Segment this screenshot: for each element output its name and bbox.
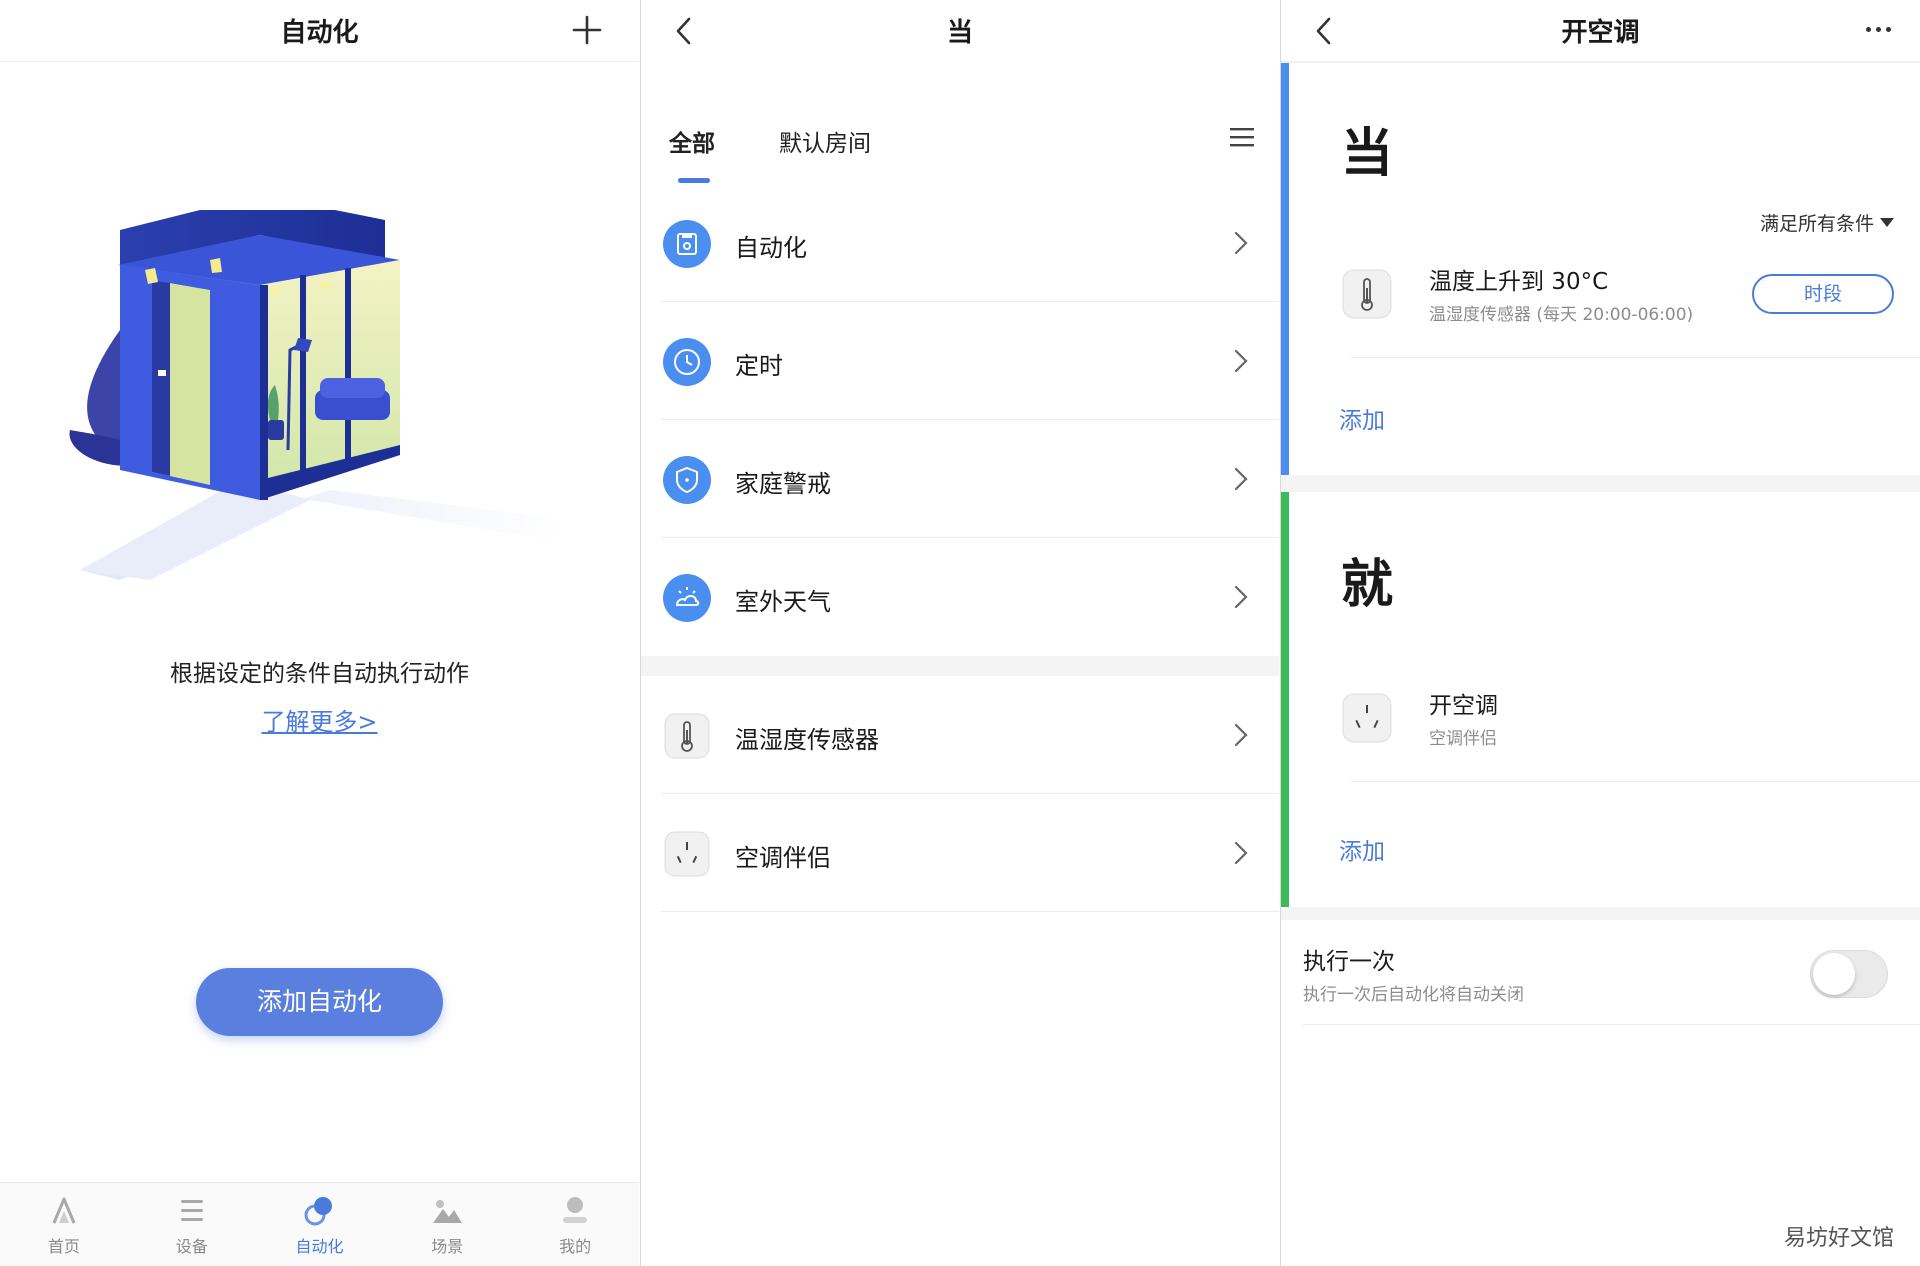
section-divider (641, 656, 1279, 676)
chevron-right-icon (1234, 723, 1248, 747)
tab-home[interactable]: 首页 (0, 1183, 128, 1266)
dropdown-arrow-icon (1880, 218, 1894, 227)
weather-icon (663, 574, 711, 622)
active-tab-indicator (678, 178, 710, 183)
toggle-knob (1813, 953, 1855, 995)
chevron-right-icon (1234, 585, 1248, 609)
time-period-button[interactable]: 时段 (1752, 274, 1894, 314)
chevron-right-icon (1234, 841, 1248, 865)
condition-title: 温度上升到 30°C (1429, 269, 1609, 295)
top-bar: 开空调 (1281, 0, 1920, 62)
add-automation-button[interactable]: 添加自动化 (196, 968, 443, 1036)
learn-more-link[interactable]: 了解更多> (0, 702, 639, 737)
list-item-label: 室外天气 (735, 588, 831, 616)
tab-scenes[interactable]: 场景 (383, 1183, 511, 1266)
trigger-selection-screen: 当 全部 默认房间 自动化 定时 家庭警戒 室外天气 温湿度传感器 空调伴侣 (640, 0, 1279, 1266)
then-heading: 就 (1341, 555, 1394, 615)
clock-icon (663, 338, 711, 386)
scene-icon (433, 1200, 463, 1223)
run-once-row: 执行一次 执行一次后自动化将自动关闭 (1281, 920, 1920, 1025)
top-bar: 自动化 (0, 0, 639, 62)
automation-detail-screen: 开空调 当 满足所有条件 温度上升到 30°C 温湿度传感器 (每天 20:00… (1280, 0, 1920, 1266)
chevron-right-icon (1234, 349, 1248, 373)
chevron-right-icon (1234, 231, 1248, 255)
when-section: 当 满足所有条件 温度上升到 30°C 温湿度传感器 (每天 20:00-06:… (1281, 63, 1920, 475)
divider (1351, 781, 1920, 782)
action-title: 开空调 (1429, 693, 1498, 719)
add-action-link[interactable]: 添加 (1339, 832, 1385, 866)
run-once-title: 执行一次 (1303, 949, 1395, 975)
then-section: 就 开空调 空调伴侣 添加 (1281, 492, 1920, 907)
tab-label: 我的 (559, 1237, 592, 1256)
tab-label: 自动化 (295, 1237, 344, 1256)
divider (1351, 357, 1920, 358)
tab-label: 设备 (175, 1237, 208, 1256)
tab-default-room[interactable]: 默认房间 (779, 124, 871, 158)
thermometer-icon (664, 713, 710, 759)
shield-icon (663, 456, 711, 504)
tab-automation[interactable]: 自动化 (256, 1183, 384, 1266)
menu-icon[interactable] (1227, 122, 1257, 152)
list-item-label: 定时 (735, 352, 783, 380)
when-heading: 当 (1341, 124, 1394, 184)
list-item-ac-companion[interactable]: 空调伴侣 (641, 794, 1279, 912)
automation-description: 根据设定的条件自动执行动作 (170, 661, 469, 687)
run-once-toggle[interactable] (1810, 950, 1888, 998)
add-icon[interactable] (569, 12, 605, 48)
action-subtitle: 空调伴侣 (1429, 729, 1497, 749)
top-bar: 当 (641, 0, 1279, 62)
tab-label: 首页 (47, 1237, 80, 1256)
more-icon[interactable] (1858, 14, 1898, 44)
list-item-temp-humidity-sensor[interactable]: 温湿度传感器 (641, 676, 1279, 794)
room-tabs: 全部 默认房间 (641, 62, 1279, 184)
tab-all[interactable]: 全部 (669, 124, 715, 158)
ac-companion-icon (664, 831, 710, 877)
divider (661, 911, 1279, 912)
condition-item[interactable]: 温度上升到 30°C 温湿度传感器 (每天 20:00-06:00) 时段 (1341, 228, 1920, 358)
list-item-label: 温湿度传感器 (735, 726, 879, 754)
tab-devices[interactable]: 设备 (128, 1183, 256, 1266)
ac-companion-icon (1342, 693, 1392, 743)
add-condition-link[interactable]: 添加 (1339, 401, 1385, 435)
list-item-label: 家庭警戒 (735, 470, 831, 498)
bottom-tab-bar: 首页 设备 自动化 场景 我的 (0, 1182, 639, 1266)
run-once-subtitle: 执行一次后自动化将自动关闭 (1303, 985, 1524, 1005)
smart-home-illustration (69, 210, 570, 580)
action-item[interactable]: 开空调 空调伴侣 (1341, 652, 1920, 782)
list-item-timer[interactable]: 定时 (641, 302, 1279, 420)
tab-label: 场景 (431, 1237, 464, 1256)
list-item-automation[interactable]: 自动化 (641, 184, 1279, 302)
list-item-home-security[interactable]: 家庭警戒 (641, 420, 1279, 538)
watermark-text: 易坊好文馆 (1783, 1226, 1894, 1251)
when-section-bar (1281, 63, 1289, 475)
automation-screen: 自动化 根据设定的条件自动执行动作 了解更多> 添加自动化 首页 设备 自动化 … (0, 0, 639, 1266)
then-section-bar (1281, 492, 1289, 907)
page-title: 开空调 (1561, 18, 1640, 48)
list-item-outdoor-weather[interactable]: 室外天气 (641, 538, 1279, 656)
chevron-right-icon (1234, 467, 1248, 491)
profile-icon (563, 1197, 588, 1223)
tab-profile[interactable]: 我的 (511, 1183, 639, 1266)
list-item-label: 空调伴侣 (735, 844, 831, 872)
page-title: 自动化 (280, 18, 359, 48)
condition-subtitle: 温湿度传感器 (每天 20:00-06:00) (1429, 305, 1694, 325)
list-item-label: 自动化 (735, 234, 807, 262)
home-icon (52, 1197, 76, 1224)
page-title: 当 (946, 18, 973, 48)
thermometer-icon (1342, 269, 1392, 319)
device-list-icon (180, 1200, 203, 1221)
automation-icon (663, 220, 711, 268)
automation-icon (304, 1197, 333, 1226)
